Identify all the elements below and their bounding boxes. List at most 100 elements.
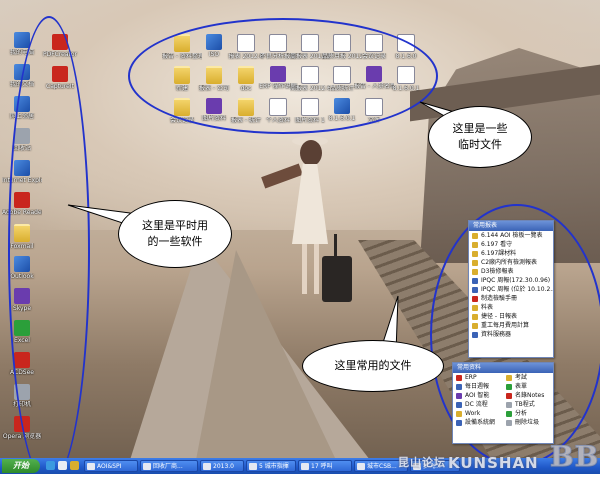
bottom-strip <box>0 474 600 488</box>
panel-item-label: DC 流程 <box>465 401 488 408</box>
panel-item[interactable]: C2廠内所有檢測報表 <box>469 258 553 267</box>
panel-item[interactable]: 分析 <box>503 409 553 418</box>
panel-item[interactable]: 名錄Notes <box>503 391 553 400</box>
panel-item[interactable]: Work <box>453 409 503 418</box>
panel-item-label: 捷径 - 日報表 <box>481 313 517 320</box>
panel-item[interactable]: 重工每月費用計算 <box>469 321 553 330</box>
explorer-quicklaunch-icon[interactable] <box>70 461 79 470</box>
panel-item[interactable]: 6.144 AOI 檢板一覽表 <box>469 231 553 240</box>
annotation-oval-temp <box>128 18 438 134</box>
annotation-oval-software <box>8 16 90 486</box>
watermark-bbs: BBS <box>550 440 600 474</box>
shortcut-icon <box>506 383 512 390</box>
taskbar-button-label: AOI&SPI <box>97 463 122 470</box>
shortcut-icon <box>456 410 462 417</box>
panel-item[interactable]: IPQC 周報 (位於 10.10.2... <box>469 285 553 294</box>
panel-item-label: 表單 <box>515 383 528 390</box>
panel-item[interactable]: 捷径 - 日報表 <box>469 312 553 321</box>
taskbar-button[interactable]: 2013.0 <box>200 460 244 472</box>
shortcut-icon <box>506 410 512 417</box>
shortcut-icon <box>506 419 512 426</box>
window-icon <box>301 463 309 470</box>
shortcut-icon <box>472 268 478 275</box>
shortcut-icon <box>472 304 478 311</box>
window-icon <box>87 463 95 470</box>
shortcut-icon <box>472 295 478 302</box>
shortcut-icon <box>456 374 462 381</box>
window-icon <box>357 463 365 470</box>
panel-item-label: 分析 <box>515 410 528 417</box>
callout-temp-text: 这里是一些临时文件 <box>452 122 508 151</box>
panel-item[interactable]: 資料服務器 <box>469 330 553 339</box>
panel-item[interactable]: D3檢修報表 <box>469 267 553 276</box>
shortcut-icon <box>506 392 512 399</box>
taskbar-button-label: 5 城市指揮 <box>259 463 289 470</box>
window-icon <box>249 463 257 470</box>
panel-item-label: 設備系統網 <box>465 419 496 426</box>
common-reports-title: 常用报表 <box>469 221 553 231</box>
taskbar-button-label: 城市CSB... <box>367 463 397 470</box>
panel-item-label: 資料服務器 <box>481 331 512 338</box>
shortcut-icon <box>472 322 478 329</box>
watermark: 昆山论坛KUNSHAN BBS <box>398 440 600 474</box>
shortcut-icon <box>472 232 478 239</box>
panel-item[interactable]: DC 流程 <box>453 400 503 409</box>
shortcut-icon <box>456 392 462 399</box>
panel-item-label: IPQC 周報 (位於 10.10.2... <box>481 286 553 293</box>
show-desktop-icon[interactable] <box>58 461 67 470</box>
taskbar-button[interactable]: 回收厂商... <box>140 460 198 472</box>
shortcut-icon <box>472 241 478 248</box>
shortcut-icon <box>506 401 512 408</box>
panel-item[interactable]: 料表 <box>469 303 553 312</box>
taskbar-button-label: 17 呼叫 <box>311 463 333 470</box>
shortcut-icon <box>472 277 478 284</box>
panel-item-label: 6.197 看守 <box>481 241 513 248</box>
panel-item[interactable]: 6.197 看守 <box>469 240 553 249</box>
panel-item[interactable]: 每日週報 <box>453 382 503 391</box>
shortcut-icon <box>506 374 512 381</box>
common-reports-panel[interactable]: 常用报表 6.144 AOI 檢板一覽表 6.197 看守 6.197課材料 C2廠内… <box>468 220 554 358</box>
panel-item[interactable]: AOI 智能 <box>453 391 503 400</box>
taskbar-button[interactable]: AOI&SPI <box>84 460 138 472</box>
panel-item[interactable]: 6.197課材料 <box>469 249 553 258</box>
panel-item[interactable]: 表單 <box>503 382 553 391</box>
window-icon <box>143 463 151 470</box>
watermark-main: KUNSHAN <box>448 454 539 472</box>
watermark-small: 昆山论坛 <box>398 456 446 469</box>
panel-item-label: Work <box>465 410 481 417</box>
shortcut-icon <box>456 401 462 408</box>
panel-item-label: C2廠内所有檢測報表 <box>481 259 538 266</box>
panel-item[interactable]: ERP <box>453 373 503 382</box>
panel-item-label: 制造檢驗手冊 <box>481 295 518 302</box>
shortcut-icon <box>472 250 478 257</box>
shortcut-icon <box>472 331 478 338</box>
panel-item-label: IPQC 周報(172.30.0.96) <box>481 277 551 284</box>
ie-quicklaunch-icon[interactable] <box>46 461 55 470</box>
panel-item-label: 6.197課材料 <box>481 250 517 257</box>
taskbar-button-label: 2013.0 <box>213 463 234 470</box>
panel-item-label: 重工每月費用計算 <box>481 322 530 329</box>
common-data-panel[interactable]: 常用资料 ERP 考試 每日週報 表單 AOI 智能 名錄Notes DC 流程 TB程式 Wo… <box>452 362 554 444</box>
callout-software: 这里是平时用的一些软件 <box>118 200 232 268</box>
panel-item-label: 刪除垃圾 <box>515 419 540 426</box>
panel-item[interactable]: 制造檢驗手冊 <box>469 294 553 303</box>
panel-item[interactable]: IPQC 周報(172.30.0.96) <box>469 276 553 285</box>
desktop: 我的电脑我的文档网上邻居回收站Internet ExplorerAdobe Re… <box>0 0 600 488</box>
shortcut-icon <box>456 383 462 390</box>
taskbar-button[interactable]: 17 呼叫 <box>298 460 352 472</box>
callout-temp: 这里是一些临时文件 <box>428 106 532 168</box>
shortcut-icon <box>456 419 462 426</box>
panel-item-label: TB程式 <box>515 401 535 408</box>
taskbar-button[interactable]: 5 城市指揮 <box>246 460 296 472</box>
panel-item[interactable]: 考試 <box>503 373 553 382</box>
start-button[interactable]: 开始 <box>2 459 40 473</box>
app-icon <box>14 32 30 48</box>
callout-common: 这里常用的文件 <box>302 340 444 392</box>
panel-item[interactable]: 刪除垃圾 <box>503 418 553 427</box>
panel-item[interactable]: 設備系統網 <box>453 418 503 427</box>
panel-item-label: 名錄Notes <box>515 392 545 399</box>
shortcut-icon <box>472 313 478 320</box>
panel-item-label: 考試 <box>515 374 528 381</box>
panel-item[interactable]: TB程式 <box>503 400 553 409</box>
window-icon <box>203 463 211 470</box>
